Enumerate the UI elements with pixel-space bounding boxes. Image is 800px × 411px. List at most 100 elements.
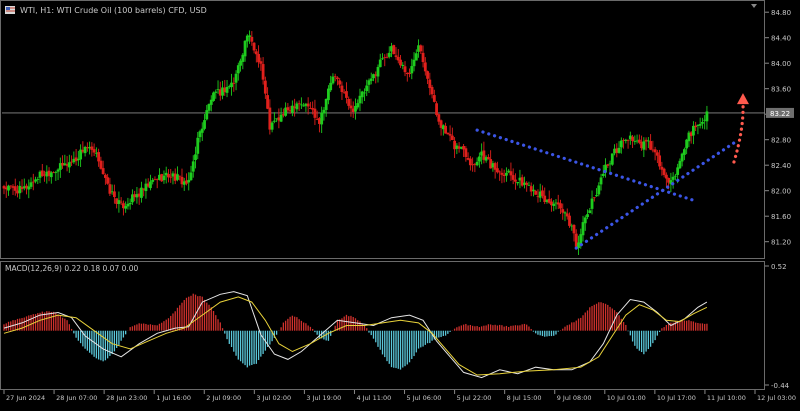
macd-tick-label: 0.52 (771, 263, 787, 271)
candle-body (399, 59, 402, 66)
candle-body (610, 153, 614, 165)
candle-body (673, 175, 677, 177)
candle-body (329, 82, 333, 91)
time-tick-label: 10 Jul 17:00 (657, 394, 696, 402)
candle-body (263, 80, 267, 94)
candle-body (426, 71, 429, 79)
candle-body (617, 147, 621, 153)
macd-label: MACD(12,26,9) 0.22 0.18 0.07 0.00 (5, 264, 139, 273)
candle-body (347, 98, 351, 106)
candle-body (112, 191, 116, 198)
candle-body (189, 172, 193, 181)
candle-body (248, 35, 251, 37)
time-tick-label: 10 Jul 01:00 (607, 394, 646, 402)
candle-body (500, 172, 504, 175)
candle-body (266, 95, 270, 109)
time-tick-label: 4 Jul 11:00 (356, 394, 391, 402)
candle-body (254, 51, 258, 55)
time-tick-label: 2 Jul 09:00 (206, 394, 241, 402)
candle-body (207, 104, 211, 111)
candle-body (606, 164, 610, 166)
candle-body (99, 160, 103, 169)
candle-body (532, 189, 535, 192)
candle-body (92, 149, 96, 153)
candle-body (631, 136, 634, 142)
candle-body (579, 234, 583, 244)
candle-body (468, 158, 472, 166)
symbol-label: WTI, H1: WTI Crude Oil (100 barrels) CFD… (20, 6, 207, 15)
candle-body (653, 149, 657, 153)
price-tick-label: 81.20 (771, 239, 791, 247)
candle-body (475, 161, 479, 166)
candle-body (31, 181, 35, 183)
candle-body (450, 135, 454, 140)
candle-body (692, 125, 695, 136)
candle-body (257, 53, 260, 63)
candle-body (592, 197, 596, 199)
candle-body (369, 78, 373, 81)
candle-body (385, 56, 389, 58)
chart-canvas[interactable]: WTI, H1: WTI Crude Oil (100 barrels) CFD… (0, 0, 800, 407)
candle-body (365, 85, 369, 92)
candle-body (430, 86, 434, 95)
candle-body (356, 103, 360, 108)
candle-body (655, 152, 659, 156)
candle-body (191, 161, 195, 172)
trading-chart[interactable]: WTI, H1: WTI Crude Oil (100 barrels) CFD… (0, 0, 800, 407)
candle-body (414, 53, 418, 61)
candle-body (322, 109, 326, 114)
candle-body (387, 52, 391, 57)
candle-body (658, 155, 662, 167)
price-tick-label: 84.40 (771, 35, 791, 43)
candle-body (378, 59, 382, 68)
time-tick-label: 28 Jun 23:00 (106, 394, 147, 402)
price-tick-label: 82.00 (771, 188, 791, 196)
candle-body (345, 91, 348, 98)
candle-body (178, 175, 182, 177)
time-tick-label: 9 Jul 08:00 (557, 394, 592, 402)
price-tick-label: 84.80 (771, 9, 791, 17)
candle-body (297, 103, 301, 105)
candle-body (119, 201, 123, 203)
candle-body (108, 184, 112, 194)
candle-body (432, 95, 436, 102)
candle-body (212, 92, 215, 101)
candle-body (552, 203, 556, 206)
time-tick-label: 5 Jul 22:00 (457, 394, 492, 402)
candle-body (682, 149, 686, 155)
candle-body (200, 128, 204, 133)
candle-body (376, 67, 380, 77)
candle-body (678, 160, 682, 169)
candle-body (403, 66, 407, 73)
candle-body (324, 98, 328, 110)
candle-body (435, 103, 438, 115)
candle-body (595, 195, 598, 197)
time-tick-label: 3 Jul 19:00 (306, 394, 341, 402)
candle-body (410, 66, 414, 74)
candle-body (259, 61, 263, 64)
candle-body (401, 64, 405, 66)
candle-body (306, 103, 310, 107)
candle-body (619, 140, 623, 148)
candle-body (583, 217, 587, 224)
candle-body (381, 58, 384, 60)
candle-body (676, 167, 680, 175)
candle-body (559, 203, 562, 209)
candle-body (664, 174, 668, 179)
candle-body (313, 108, 317, 118)
candle-body (162, 175, 166, 181)
candle-body (13, 186, 17, 191)
candle-body (601, 173, 605, 176)
candle-body (662, 168, 666, 176)
candle-body (36, 179, 40, 180)
price-tick-label: 82.80 (771, 137, 791, 145)
candle-body (349, 105, 353, 109)
candle-body (194, 154, 197, 161)
candle-body (419, 45, 423, 52)
candle-body (331, 76, 335, 84)
candle-body (252, 42, 256, 51)
candle-body (514, 179, 517, 182)
candle-body (272, 120, 276, 122)
candle-body (327, 88, 330, 101)
time-tick-label: 12 Jul 03:00 (757, 394, 796, 402)
